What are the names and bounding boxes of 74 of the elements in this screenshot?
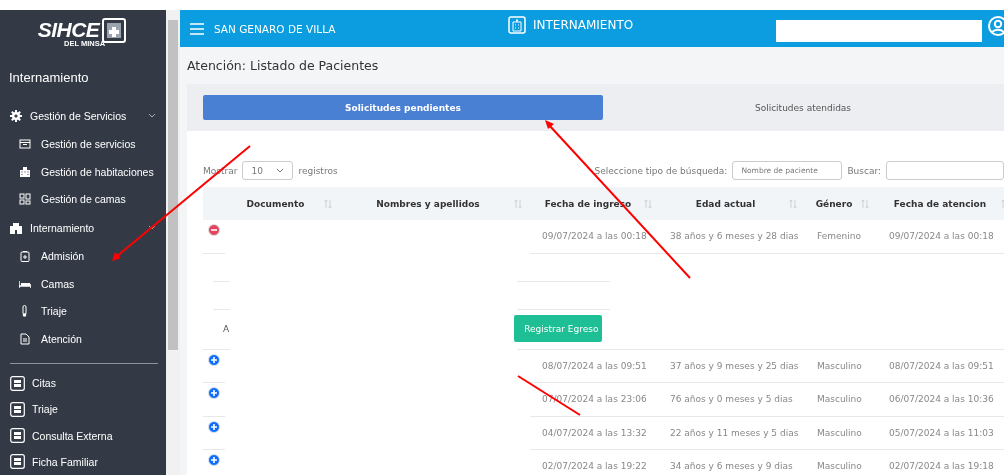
detail-label: A — [223, 323, 230, 334]
table-cell: 37 años y 9 meses y 25 dias — [660, 349, 805, 383]
table-cell: Masculino — [805, 383, 877, 417]
column-header[interactable]: Género — [807, 198, 861, 209]
chevron-icon — [148, 112, 156, 119]
search-field[interactable] — [886, 161, 1004, 180]
menu-item[interactable]: Atención — [0, 325, 166, 353]
chevron-icon — [276, 168, 285, 173]
building-icon — [10, 221, 22, 234]
menu-item[interactable]: Citas — [0, 369, 166, 397]
document-icon — [19, 333, 31, 346]
tab[interactable]: Solicitudes atendidas — [603, 95, 1003, 120]
table-cell: 02/07/2024 a las 19:22 — [530, 450, 660, 475]
table-cell: 08/07/2024 a las 09:51 — [530, 349, 660, 383]
sort-icon[interactable] — [789, 198, 797, 209]
tray-icon — [19, 137, 31, 150]
grid-icon — [19, 193, 31, 206]
sort-icon[interactable] — [514, 198, 522, 209]
table-cell: 08/07/2024 a las 09:51 — [877, 349, 1004, 383]
building-icon — [19, 165, 31, 178]
tab[interactable]: Solicitudes pendientes — [203, 95, 603, 120]
table-cell: 22 años y 11 meses y 5 dias — [660, 416, 805, 450]
table-cell: Masculino — [805, 450, 877, 475]
menu-item[interactable]: Triaje — [0, 396, 166, 423]
module-title: INTERNAMIENTO — [533, 18, 634, 32]
toggle-icon[interactable] — [208, 454, 220, 466]
table-cell: 09/07/2024 a las 00:18 — [530, 220, 660, 254]
table-cell: Femenino — [805, 220, 877, 254]
records-label: registros — [298, 165, 338, 176]
table-cell: 04/07/2024 a las 13:32 — [530, 416, 660, 450]
sort-icon[interactable] — [324, 198, 332, 209]
menu-item[interactable]: Camas — [0, 269, 166, 298]
scrollbar[interactable] — [166, 10, 180, 475]
menu-item[interactable]: Gestión de servicios — [0, 130, 166, 158]
toggle-icon[interactable] — [208, 224, 220, 236]
search-label: Buscar: — [847, 165, 881, 176]
table-cell: 76 años y 0 meses y 5 dias — [660, 383, 805, 417]
page-size-select[interactable]: 10 — [242, 161, 294, 180]
search-type-label: Seleccione tipo de búsqueda: — [594, 165, 728, 176]
toggle-icon[interactable] — [208, 387, 220, 399]
menu-item[interactable]: Gestión de camas — [0, 185, 166, 214]
menu-item[interactable]: Admisión — [0, 242, 166, 270]
sort-icon[interactable] — [644, 198, 652, 209]
column-header[interactable]: Edad actual — [662, 198, 789, 209]
column-header[interactable]: Nombres y apellidos — [342, 198, 514, 209]
menu-group[interactable]: Gestión de Servicios — [0, 101, 166, 131]
sort-icon[interactable] — [861, 198, 869, 209]
hospital-icon — [508, 16, 526, 34]
menu-item[interactable]: Ficha Familiar — [0, 448, 166, 475]
menu-group[interactable]: Internamiento — [0, 213, 166, 242]
table-cell: 38 años y 6 meses y 28 dias — [660, 220, 805, 254]
table-cell: 02/07/2024 a las 19:18 — [877, 450, 1004, 475]
chevron-icon — [148, 224, 156, 231]
table-cell: Masculino — [805, 349, 877, 383]
page-title: Atención: Listado de Pacientes — [186, 57, 380, 75]
menu-item[interactable]: Triaje — [0, 297, 166, 326]
toggle-icon[interactable] — [208, 353, 220, 366]
user-avatar-icon[interactable] — [988, 16, 1004, 36]
table-cell: 09/07/2024 a las 00:18 — [877, 220, 1004, 254]
table-cell: 34 años y 6 meses y 9 dias — [660, 450, 805, 475]
column-header[interactable]: Documento — [227, 198, 324, 209]
clipboard-icon — [19, 249, 31, 262]
gear-icon — [10, 109, 22, 122]
column-header[interactable]: Fecha de atencion — [879, 198, 1001, 209]
sidebar-title: Internamiento — [8, 68, 90, 87]
logo-text: SIHCE — [37, 17, 100, 41]
facility-name: SAN GENARO DE VILLA — [214, 22, 336, 35]
menu-icon[interactable] — [190, 22, 204, 35]
toggle-icon[interactable] — [208, 420, 220, 433]
table-cell: Masculino — [805, 416, 877, 450]
table-cell: 06/07/2024 a las 10:36 — [877, 383, 1004, 417]
menu-item[interactable]: Consulta Externa — [0, 422, 166, 449]
table-cell: 05/07/2024 a las 11:03 — [877, 416, 1004, 450]
menu-item[interactable]: Gestión de habitaciones — [0, 157, 166, 186]
